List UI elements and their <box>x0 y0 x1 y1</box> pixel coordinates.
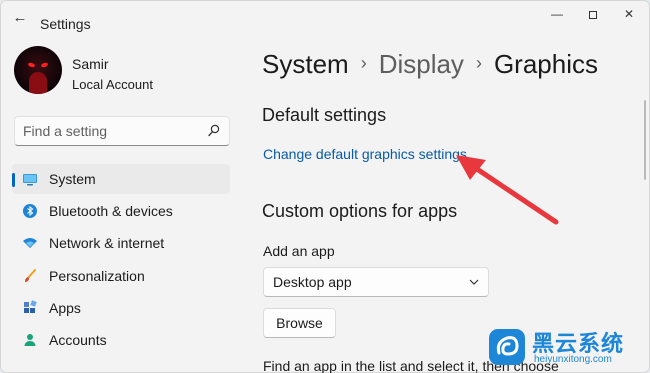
watermark-url: heiyunxitong.com <box>534 354 612 365</box>
sidebar-item-apps[interactable]: Apps <box>12 293 230 323</box>
watermark: 黑云系统 heiyunxitong.com <box>484 322 644 372</box>
title-bar: ← Settings — ✕ <box>0 0 650 36</box>
sidebar-item-label: Apps <box>49 300 81 316</box>
breadcrumb-display[interactable]: Display <box>379 49 464 80</box>
breadcrumb-separator: › <box>360 53 367 73</box>
sidebar-item-network[interactable]: Network & internet <box>12 228 230 258</box>
maximize-icon <box>589 10 597 19</box>
app-type-dropdown[interactable]: Desktop app <box>263 267 489 297</box>
sidebar-item-system[interactable]: System <box>12 164 230 194</box>
breadcrumb-graphics: Graphics <box>493 49 598 79</box>
breadcrumb-separator: › <box>475 53 482 73</box>
avatar[interactable] <box>14 46 62 94</box>
back-button[interactable]: ← <box>10 9 30 27</box>
avatar-eye-right <box>40 62 49 68</box>
minimize-icon: — <box>551 7 563 21</box>
custom-options-heading: Custom options for apps <box>262 201 458 221</box>
sidebar-item-personalization[interactable]: Personalization <box>12 261 230 291</box>
annotation-arrow <box>456 155 559 225</box>
default-settings-heading: Default settings <box>262 105 387 125</box>
sidebar-item-accounts[interactable]: Accounts <box>12 325 230 355</box>
person-icon <box>24 334 36 346</box>
arrow-left-icon: ← <box>12 9 28 26</box>
selection-indicator <box>12 173 15 187</box>
chevron-down-icon <box>469 279 479 285</box>
close-button[interactable]: ✕ <box>618 6 640 22</box>
user-name: Samir <box>72 56 109 72</box>
sidebar-item-label: Network & internet <box>49 235 165 251</box>
avatar-eye-left <box>27 62 36 68</box>
bluetooth-icon <box>23 204 37 218</box>
sidebar-item-label: System <box>49 171 96 187</box>
search-icon[interactable] <box>207 123 221 139</box>
minimize-button[interactable]: — <box>546 6 568 22</box>
breadcrumb-system[interactable]: System <box>262 49 349 80</box>
search-input[interactable] <box>23 122 203 140</box>
dropdown-value: Desktop app <box>273 274 352 290</box>
account-type: Local Account <box>72 77 153 92</box>
app-title: Settings <box>40 16 91 32</box>
add-app-label: Add an app <box>263 243 335 259</box>
maximize-button[interactable] <box>582 6 604 22</box>
scrollbar[interactable] <box>644 100 646 180</box>
search-box[interactable] <box>14 116 230 146</box>
watermark-logo <box>489 329 525 365</box>
apps-icon <box>24 300 37 313</box>
close-icon: ✕ <box>623 7 635 21</box>
monitor-icon <box>23 174 37 186</box>
change-default-graphics-link[interactable]: Change default graphics settings <box>263 146 467 162</box>
avatar-figure <box>29 72 47 94</box>
settings-window: ← Settings — ✕ Samir Local Account Find … <box>0 0 650 373</box>
wifi-icon <box>23 238 37 248</box>
breadcrumb: System › Display › Graphics <box>262 49 598 80</box>
sidebar-item-label: Bluetooth & devices <box>49 203 173 219</box>
browse-button[interactable]: Browse <box>263 308 336 338</box>
sidebar-item-bluetooth[interactable]: Bluetooth & devices <box>12 196 230 226</box>
brush-icon <box>25 269 36 282</box>
sidebar-item-label: Accounts <box>49 332 107 348</box>
sidebar-item-label: Personalization <box>49 268 145 284</box>
